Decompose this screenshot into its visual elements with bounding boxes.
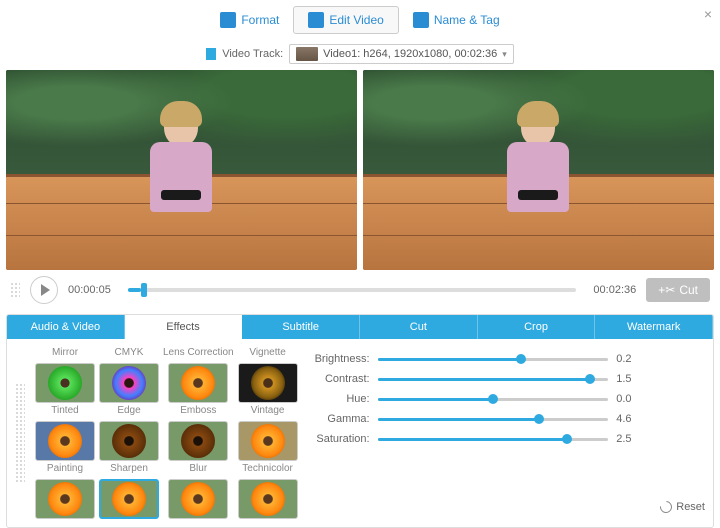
effect-label: Lens Correction	[163, 347, 234, 361]
slider-contrast[interactable]	[378, 378, 609, 381]
effect-sharpen[interactable]	[99, 479, 159, 519]
effect-technicolor[interactable]	[238, 479, 298, 519]
effect-cmyk[interactable]	[99, 363, 159, 403]
effect-painting[interactable]	[35, 479, 95, 519]
subtab-effects[interactable]: Effects	[125, 315, 243, 339]
close-icon[interactable]: ×	[704, 6, 712, 22]
effect-label: CMYK	[115, 347, 144, 361]
slider-value: 1.5	[616, 373, 646, 385]
effect-label: Blur	[189, 463, 207, 477]
slider-gamma[interactable]	[378, 418, 609, 421]
name-tag-icon	[413, 12, 429, 28]
subtab-crop[interactable]: Crop	[478, 315, 596, 339]
effect-tinted[interactable]	[35, 421, 95, 461]
result-preview: Preview🔍	[363, 70, 714, 270]
tab-name-tag[interactable]: Name & Tag	[399, 7, 514, 33]
slider-value: 0.2	[616, 353, 646, 365]
effect-edge[interactable]	[99, 421, 159, 461]
total-time: 00:02:36	[586, 284, 636, 296]
effect-label: Sharpen	[110, 463, 148, 477]
subtab-audio-video[interactable]: Audio & Video	[7, 315, 125, 339]
tab-edit-video[interactable]: Edit Video	[293, 6, 399, 34]
tab-edit-label: Edit Video	[329, 13, 384, 27]
subtab-cut[interactable]: Cut	[360, 315, 478, 339]
effect-label: Painting	[47, 463, 83, 477]
reset-icon	[658, 499, 675, 516]
play-icon	[41, 284, 50, 296]
cut-button[interactable]: +✂Cut	[646, 278, 710, 302]
effect-vintage[interactable]	[238, 421, 298, 461]
format-icon	[220, 12, 236, 28]
slider-label: Hue:	[308, 393, 370, 405]
effect-label: Vintage	[251, 405, 285, 419]
drag-handle-icon[interactable]	[10, 282, 20, 298]
slider-label: Gamma:	[308, 413, 370, 425]
reset-button[interactable]: Reset	[660, 501, 705, 513]
drag-handle-icon[interactable]	[15, 383, 25, 483]
effect-label: Technicolor	[242, 463, 293, 477]
slider-value: 2.5	[616, 433, 646, 445]
subtab-watermark[interactable]: Watermark	[595, 315, 713, 339]
scissors-icon: +✂	[658, 283, 675, 297]
slider-value: 4.6	[616, 413, 646, 425]
video-track-label: Video Track:	[222, 48, 283, 60]
effect-label: Edge	[117, 405, 140, 419]
effect-label: Mirror	[52, 347, 78, 361]
tab-format-label: Format	[241, 13, 279, 27]
slider-value: 0.0	[616, 393, 646, 405]
original-preview: Original	[6, 70, 357, 270]
slider-brightness[interactable]	[378, 358, 609, 361]
slider-label: Brightness:	[308, 353, 370, 365]
chevron-down-icon: ▾	[502, 49, 507, 60]
slider-saturation[interactable]	[378, 438, 609, 441]
tab-format[interactable]: Format	[206, 7, 293, 33]
tab-name-label: Name & Tag	[434, 13, 500, 27]
effect-vignette[interactable]	[238, 363, 298, 403]
slider-label: Contrast:	[308, 373, 370, 385]
effect-blur[interactable]	[168, 479, 228, 519]
effect-label: Emboss	[180, 405, 216, 419]
slider-label: Saturation:	[308, 433, 370, 445]
track-thumb-icon	[296, 47, 318, 61]
track-value: Video1: h264, 1920x1080, 00:02:36	[323, 48, 497, 60]
subtab-subtitle[interactable]: Subtitle	[242, 315, 360, 339]
edit-video-icon	[308, 12, 324, 28]
effect-mirror[interactable]	[35, 363, 95, 403]
effect-emboss[interactable]	[168, 421, 228, 461]
effect-lens-correction[interactable]	[168, 363, 228, 403]
slider-hue[interactable]	[378, 398, 609, 401]
current-time: 00:00:05	[68, 284, 118, 296]
timeline-slider[interactable]	[128, 288, 576, 292]
effect-label: Tinted	[51, 405, 78, 419]
effect-label: Vignette	[249, 347, 286, 361]
play-button[interactable]	[30, 276, 58, 304]
video-track-dropdown[interactable]: Video1: h264, 1920x1080, 00:02:36 ▾	[289, 44, 514, 64]
film-icon	[206, 48, 216, 60]
